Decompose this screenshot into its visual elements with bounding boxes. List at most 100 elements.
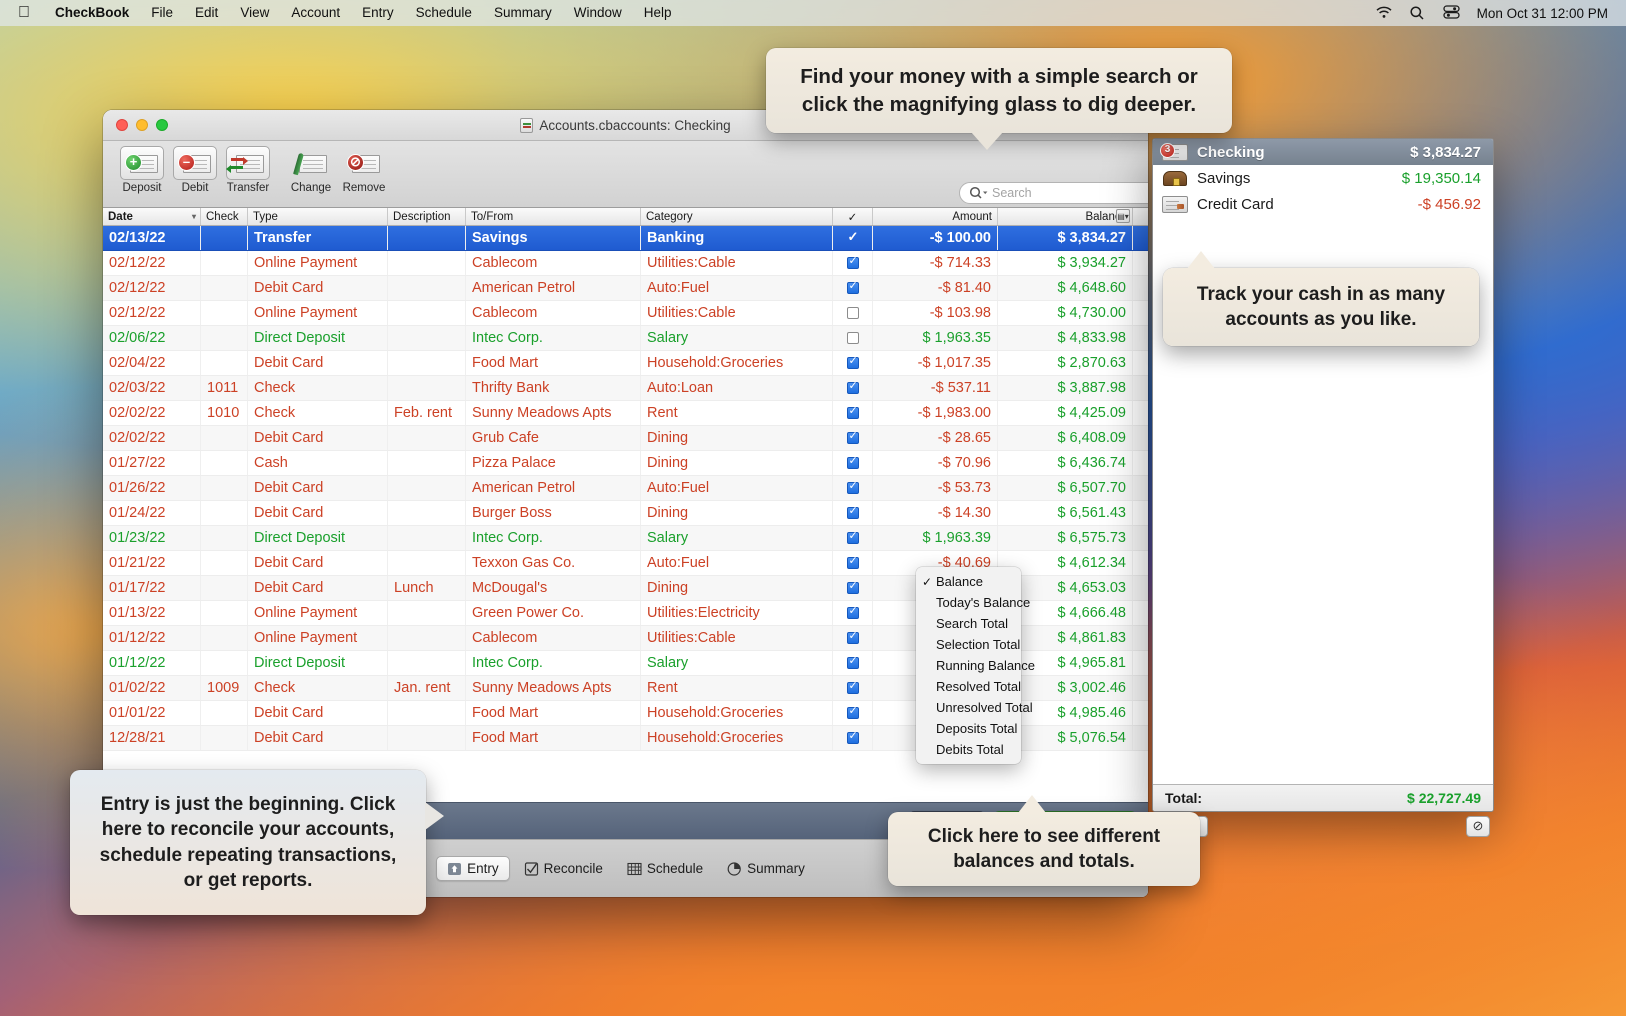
cell-date: 02/12/22 xyxy=(103,251,201,275)
table-row[interactable]: 01/24/22Debit CardBurger BossDining-$ 14… xyxy=(103,501,1148,526)
table-row[interactable]: 02/12/22Online PaymentCablecomUtilities:… xyxy=(103,301,1148,326)
balance-menu-item[interactable]: Debits Total xyxy=(916,739,1021,760)
table-row[interactable]: 02/06/22Direct DepositIntec Corp.Salary$… xyxy=(103,326,1148,351)
reconciled-checkbox[interactable] xyxy=(847,507,859,519)
cell-cat: Banking xyxy=(641,226,833,250)
tab-reconcile[interactable]: Reconcile xyxy=(514,857,613,880)
toolbar: + Deposit – Debit Transfer Change ⊘ Remo… xyxy=(103,141,1148,208)
column-header-cat[interactable]: Category xyxy=(641,208,833,225)
cell-cat: Utilities:Cable xyxy=(641,251,833,275)
reconciled-checkbox[interactable] xyxy=(847,557,859,569)
cell-type: Debit Card xyxy=(248,726,388,750)
column-header-desc[interactable]: Description xyxy=(388,208,466,225)
account-row-credit-card[interactable]: Credit Card-$ 456.92 xyxy=(1153,191,1493,217)
table-row[interactable]: 02/04/22Debit CardFood MartHousehold:Gro… xyxy=(103,351,1148,376)
toolbar-remove-button[interactable]: ⊘ Remove xyxy=(339,146,389,194)
cell-cat: Household:Groceries xyxy=(641,726,833,750)
cell-bal: $ 4,648.60 xyxy=(998,276,1133,300)
column-header-from[interactable]: To/From xyxy=(466,208,641,225)
column-header-amt[interactable]: Amount xyxy=(873,208,998,225)
balance-menu-item[interactable]: Today's Balance xyxy=(916,592,1021,613)
menu-item-app[interactable]: CheckBook xyxy=(44,0,140,26)
reconciled-checkbox[interactable] xyxy=(847,357,859,369)
tab-summary[interactable]: Summary xyxy=(717,857,815,880)
reconciled-checkbox[interactable] xyxy=(847,332,859,344)
table-row[interactable]: 01/27/22CashPizza PalaceDining-$ 70.96$ … xyxy=(103,451,1148,476)
reconciled-checkbox[interactable] xyxy=(847,582,859,594)
reconciled-checkbox[interactable] xyxy=(847,382,859,394)
balance-options-menu[interactable]: ✓BalanceToday's BalanceSearch TotalSelec… xyxy=(916,567,1021,764)
reconciled-checkbox[interactable] xyxy=(847,632,859,644)
callout-tail xyxy=(1187,251,1215,269)
column-options-icon[interactable]: ▤▾ xyxy=(1116,209,1130,223)
reconciled-checkbox[interactable] xyxy=(847,257,859,269)
balance-menu-item[interactable]: Deposits Total xyxy=(916,718,1021,739)
column-header-check[interactable]: Check xyxy=(201,208,248,225)
menu-item-entry[interactable]: Entry xyxy=(351,0,405,26)
search-input[interactable] xyxy=(959,182,1148,204)
balance-menu-item[interactable]: Unresolved Total xyxy=(916,697,1021,718)
menu-item-view[interactable]: View xyxy=(229,0,280,26)
cell-chk xyxy=(833,651,873,675)
reconciled-checkbox[interactable] xyxy=(847,732,859,744)
menu-item-window[interactable]: Window xyxy=(563,0,633,26)
table-row[interactable]: 02/12/22Online PaymentCablecomUtilities:… xyxy=(103,251,1148,276)
cell-from: American Petrol xyxy=(466,476,641,500)
column-header-date[interactable]: Date▾ xyxy=(103,208,201,225)
table-row[interactable]: 01/26/22Debit CardAmerican PetrolAuto:Fu… xyxy=(103,476,1148,501)
table-row[interactable]: 02/13/22TransferSavingsBanking-$ 100.00$… xyxy=(103,226,1148,251)
menubar-clock[interactable]: Mon Oct 31 12:00 PM xyxy=(1477,6,1608,21)
cell-cat: Dining xyxy=(641,451,833,475)
account-row-checking[interactable]: 3Checking$ 3,834.27 xyxy=(1153,139,1493,165)
column-header-chk[interactable]: ✓ xyxy=(833,208,873,225)
menu-item-schedule[interactable]: Schedule xyxy=(405,0,483,26)
table-row[interactable]: 02/12/22Debit CardAmerican PetrolAuto:Fu… xyxy=(103,276,1148,301)
reconciled-checkbox[interactable] xyxy=(847,407,859,419)
tab-schedule[interactable]: Schedule xyxy=(617,857,713,880)
toolbar-debit-button[interactable]: – Debit xyxy=(170,146,220,194)
reconciled-checkbox[interactable] xyxy=(847,432,859,444)
toolbar-deposit-button[interactable]: + Deposit xyxy=(117,146,167,194)
control-center-icon[interactable] xyxy=(1443,5,1461,21)
toolbar-change-button[interactable]: Change xyxy=(286,146,336,194)
menu-item-edit[interactable]: Edit xyxy=(184,0,229,26)
search-icon[interactable] xyxy=(1409,5,1427,21)
reconciled-checkbox[interactable] xyxy=(847,657,859,669)
wifi-icon[interactable] xyxy=(1375,5,1393,21)
table-row[interactable]: 02/03/221011CheckThrifty BankAuto:Loan-$… xyxy=(103,376,1148,401)
column-header-type[interactable]: Type xyxy=(248,208,388,225)
cell-type: Direct Deposit xyxy=(248,526,388,550)
balance-menu-item[interactable]: Selection Total xyxy=(916,634,1021,655)
reconciled-checkbox[interactable] xyxy=(847,232,859,244)
reconciled-checkbox[interactable] xyxy=(847,457,859,469)
no-entry-icon[interactable]: ⊘ xyxy=(1466,816,1490,837)
balance-menu-item[interactable]: Search Total xyxy=(916,613,1021,634)
table-row[interactable]: 02/02/221010CheckFeb. rentSunny Meadows … xyxy=(103,401,1148,426)
balance-menu-item[interactable]: Running Balance xyxy=(916,655,1021,676)
reconciled-checkbox[interactable] xyxy=(847,532,859,544)
menu-item-file[interactable]: File xyxy=(140,0,184,26)
reconciled-checkbox[interactable] xyxy=(847,482,859,494)
account-row-savings[interactable]: Savings$ 19,350.14 xyxy=(1153,165,1493,191)
menu-item-help[interactable]: Help xyxy=(633,0,683,26)
table-row[interactable]: 01/23/22Direct DepositIntec Corp.Salary$… xyxy=(103,526,1148,551)
cell-cat: Dining xyxy=(641,426,833,450)
menu-item-summary[interactable]: Summary xyxy=(483,0,563,26)
tab-entry[interactable]: Entry xyxy=(436,856,510,881)
balance-menu-item[interactable]: Resolved Total xyxy=(916,676,1021,697)
menu-item-account[interactable]: Account xyxy=(280,0,351,26)
account-name: Savings xyxy=(1197,170,1393,187)
table-row[interactable]: 02/02/22Debit CardGrub CafeDining-$ 28.6… xyxy=(103,426,1148,451)
reconciled-checkbox[interactable] xyxy=(847,682,859,694)
toolbar-transfer-button[interactable]: Transfer xyxy=(223,146,273,194)
reconciled-checkbox[interactable] xyxy=(847,707,859,719)
apple-logo-icon[interactable]:  xyxy=(18,5,30,21)
column-header-bal[interactable]: Balance▤▾ xyxy=(998,208,1133,225)
reconciled-checkbox[interactable] xyxy=(847,307,859,319)
reconciled-checkbox[interactable] xyxy=(847,282,859,294)
balance-menu-item[interactable]: ✓Balance xyxy=(916,571,1021,592)
callout-accounts: Track your cash in as many accounts as y… xyxy=(1163,268,1479,346)
callout-search-text: Find your money with a simple search or … xyxy=(784,63,1214,117)
reconciled-checkbox[interactable] xyxy=(847,607,859,619)
cell-chk xyxy=(833,576,873,600)
